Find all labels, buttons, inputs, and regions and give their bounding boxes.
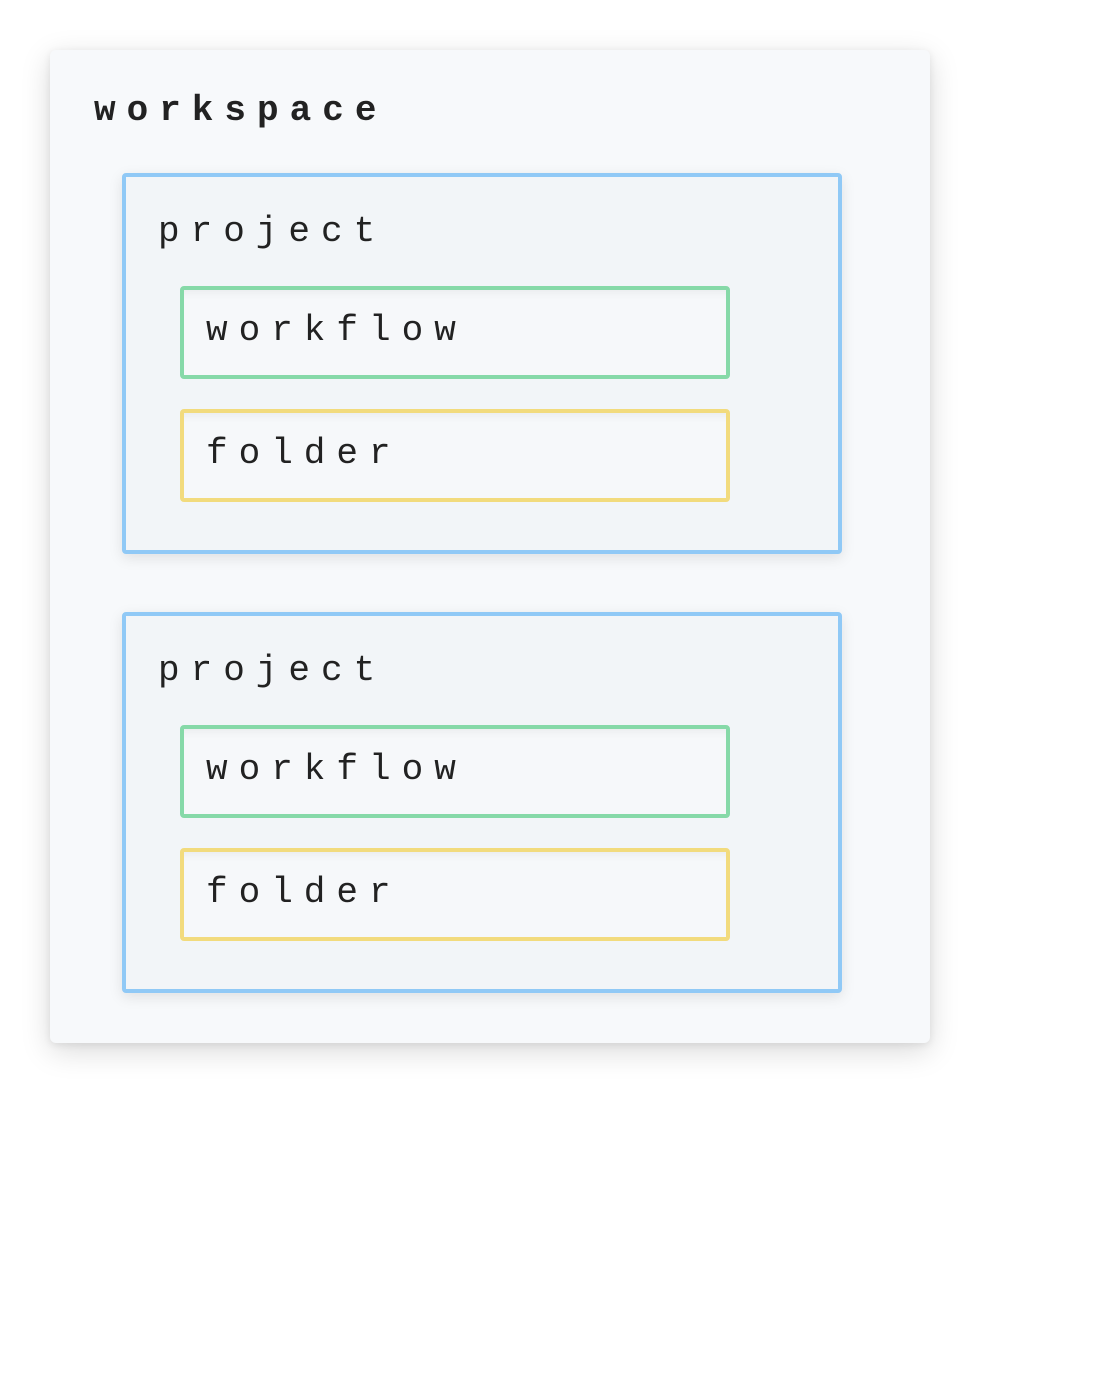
project-title: project xyxy=(158,211,806,252)
workflow-label: workflow xyxy=(206,310,467,351)
folder-label: folder xyxy=(206,872,402,913)
folder-label: folder xyxy=(206,433,402,474)
workflow-box: workflow xyxy=(180,286,730,379)
workspace-panel: workspace project workflow folder projec… xyxy=(50,50,930,1043)
folder-box: folder xyxy=(180,409,730,502)
workflow-label: workflow xyxy=(206,749,467,790)
folder-box: folder xyxy=(180,848,730,941)
project-box: project workflow folder xyxy=(122,173,842,554)
workspace-title: workspace xyxy=(94,90,894,131)
workflow-box: workflow xyxy=(180,725,730,818)
project-box: project workflow folder xyxy=(122,612,842,993)
project-title: project xyxy=(158,650,806,691)
